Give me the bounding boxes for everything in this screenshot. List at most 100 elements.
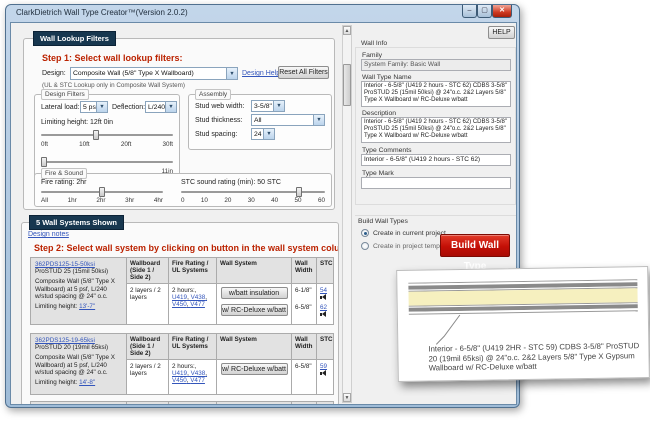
design-help-link[interactable]: Design Help xyxy=(242,70,280,77)
wall-width-cell: 6-1/8" 6-5/8" xyxy=(292,284,317,324)
fire-rating-cell: 2 hours: U419 V438 V450 V477 xyxy=(169,360,217,394)
stc-link[interactable]: 59 xyxy=(320,363,327,370)
col-wall-width: Wall Width xyxy=(292,334,317,359)
col-wall-width: Wall Width xyxy=(292,258,317,283)
wall-system-table: 362PDS125-15-50ksi ProSTUD 25 (15mil 50k… xyxy=(30,257,334,325)
stud-designator-link[interactable]: 362PDS125-19-65ksi xyxy=(35,337,95,344)
slider-thumb[interactable] xyxy=(99,187,105,197)
fire-rating-cell: 2 hours: U419 V438 V450 V477 xyxy=(169,284,217,324)
col-wall-system: Wall System xyxy=(217,334,292,359)
step1-title: Step 1: Select wall lookup filters: xyxy=(42,53,183,63)
wall-description: Composite Wall (5/8" Type X Wallboard) a… xyxy=(35,278,115,299)
stc-link[interactable]: 62 xyxy=(320,304,327,311)
step1-groupbox: Step 1: Select wall lookup filters: Desi… xyxy=(23,38,335,210)
scroll-down-icon[interactable]: ▼ xyxy=(343,393,351,402)
ul-link[interactable]: U419 xyxy=(172,370,191,377)
stud-spacing-label: Stud spacing: xyxy=(195,131,237,138)
ul-link[interactable]: V477 xyxy=(190,377,205,384)
build-wall-types-label: Build Wall Types xyxy=(358,218,408,225)
col-fire-rating: Fire Rating / UL Systems xyxy=(169,258,217,283)
fire-rating-slider[interactable] xyxy=(41,187,163,197)
fire-tick-labels: All 1hr 2hr 3hr 4hr xyxy=(41,197,163,204)
wall-width-value: 6-1/8" xyxy=(295,287,313,304)
slider-thumb[interactable] xyxy=(93,130,99,140)
slider-track xyxy=(181,191,325,193)
wall-lookup-filters-header: Wall Lookup Filters xyxy=(33,31,116,46)
build-wall-type-button[interactable]: Build Wall Type xyxy=(440,234,510,257)
tick-label: 0ft xyxy=(41,141,48,148)
stc-link[interactable]: 54 xyxy=(320,287,327,294)
ul-link[interactable]: V450 xyxy=(172,377,190,384)
type-comments-label: Type Comments xyxy=(362,147,411,154)
stud-spacing-select[interactable]: 24 ▼ xyxy=(251,128,275,140)
col-wallboard: Wallboard (Side 1 / Side 2) xyxy=(127,334,169,359)
wall-system-button[interactable]: w/ RC-Deluxe w/batt xyxy=(221,304,288,316)
close-button[interactable]: ✕ xyxy=(492,5,512,18)
scroll-up-icon[interactable]: ▲ xyxy=(343,26,351,35)
ul-link[interactable]: V438 xyxy=(191,294,207,301)
family-field: System Family: Basic Wall xyxy=(361,59,511,71)
page: ClarkDietrich Wall Type Creator™(Version… xyxy=(0,0,650,421)
ul-link[interactable]: V438 xyxy=(191,370,207,377)
design-notes-link[interactable]: Design notes xyxy=(28,231,69,238)
col-fire-rating: Fire Rating / UL Systems xyxy=(169,402,217,405)
vertical-scrollbar[interactable]: ▲ ▼ xyxy=(342,25,352,403)
col-stc: STC xyxy=(317,258,333,283)
tick-label: 2hr xyxy=(96,197,105,204)
type-mark-label: Type Mark xyxy=(362,170,394,177)
lateral-load-select[interactable]: 5 psf ▼ xyxy=(80,101,108,113)
help-button[interactable]: HELP xyxy=(488,26,515,39)
slider-thumb[interactable] xyxy=(41,157,47,167)
stud-web-width-select[interactable]: 3-5/8" ▼ xyxy=(251,100,285,112)
ul-link[interactable]: V477 xyxy=(190,301,205,308)
fire-rating-label: Fire rating: 2hr xyxy=(41,179,87,186)
wall-width-value: 6-5/8" xyxy=(295,304,313,321)
type-mark-field[interactable] xyxy=(361,177,511,189)
create-project-template-radio[interactable] xyxy=(361,242,369,250)
speaker-icon[interactable] xyxy=(320,370,328,377)
stc-tick-labels: 0 10 20 30 40 50 60 xyxy=(181,197,325,204)
col-wall-width: Wall Width xyxy=(292,402,317,405)
speaker-icon[interactable] xyxy=(320,294,328,301)
stud-thickness-select[interactable]: All ▼ xyxy=(251,114,325,126)
limiting-height-link[interactable]: 13'-7" xyxy=(79,303,95,310)
ul-link[interactable]: V450 xyxy=(172,301,190,308)
fire-sound-groupbox: Fire & Sound Fire rating: 2hr All 1hr 2h… xyxy=(34,173,332,207)
speaker-icon[interactable] xyxy=(320,311,328,318)
ul-link[interactable]: U419 xyxy=(172,294,191,301)
title-bar[interactable]: ClarkDietrich Wall Type Creator™(Version… xyxy=(6,5,519,22)
deflection-select[interactable]: L/240 ▼ xyxy=(145,101,177,113)
type-comments-field[interactable]: Interior - 6-5/8" (U419 2 hours - STC 62… xyxy=(361,154,511,166)
col-wallboard: Wallboard (Side 1 / Side 2) xyxy=(127,258,169,283)
tick-label: 0 xyxy=(181,197,185,204)
stud-designator-link[interactable]: 362PDS125-15-50ksi xyxy=(35,261,95,268)
slider-thumb[interactable] xyxy=(296,187,302,197)
design-select[interactable]: Composite Wall (5/8" Type X Wallboard) ▼ xyxy=(70,67,238,80)
wall-system-cell: w/batt insulation w/ RC-Deluxe w/batt xyxy=(217,284,292,324)
slider-track xyxy=(41,161,173,163)
stud-thickness-label: Stud thickness: xyxy=(195,117,242,124)
wall-type-name-label: Wall Type Name xyxy=(362,74,411,81)
description-field[interactable]: Interior - 6-5/8" (U419 2 hours - STC 62… xyxy=(361,117,511,143)
wallboard-cell: 2 layers / 2 layers xyxy=(127,284,169,324)
maximize-button[interactable]: ▢ xyxy=(477,5,492,18)
tick-label: 3hr xyxy=(125,197,134,204)
chevron-down-icon: ▼ xyxy=(165,102,176,112)
wall-system-button[interactable]: w/batt insulation xyxy=(221,287,288,299)
stc-rating-slider[interactable] xyxy=(181,187,325,197)
wall-type-name-field[interactable]: Interior - 6-5/8" (U419 2 hours - STC 62… xyxy=(361,81,511,107)
wall-system-button[interactable]: w/ RC-Deluxe w/batt xyxy=(221,363,288,375)
scrollbar-thumb[interactable] xyxy=(343,64,351,106)
wall-preview-callout: Interior - 6-5/8" (U419 2HR - STC 59) CD… xyxy=(396,266,650,382)
limiting-height-ft-slider[interactable] xyxy=(41,130,173,140)
limiting-height-label: Limiting height: 12ft 0in xyxy=(41,119,113,126)
stud-web-width-value: 3-5/8" xyxy=(252,103,273,110)
minimize-button[interactable]: – xyxy=(462,5,477,18)
limiting-height-link[interactable]: 14'-8" xyxy=(79,379,95,386)
table-header-row: Wallboard (Side 1 / Side 2) Fire Rating … xyxy=(127,334,333,360)
reset-all-filters-button[interactable]: Reset All Filters xyxy=(278,66,329,79)
wall-system-cell: w/ RC-Deluxe w/batt xyxy=(217,360,292,394)
create-current-project-radio[interactable] xyxy=(361,229,369,237)
limiting-height-in-slider[interactable] xyxy=(41,157,173,167)
assembly-title: Assembly xyxy=(195,89,231,100)
